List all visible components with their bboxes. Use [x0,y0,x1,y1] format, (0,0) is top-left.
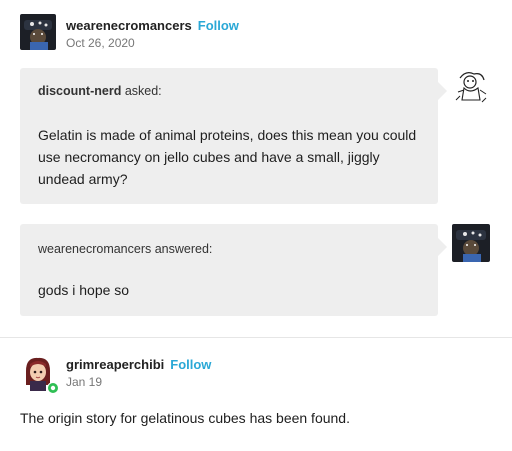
answered-label: answered: [154,242,213,256]
online-badge-icon [47,382,59,394]
post-date: Oct 26, 2020 [66,36,135,50]
reblog-header: grimreaperchibi Follow Jan 19 [20,355,211,394]
question-text: Gelatin is made of animal proteins, does… [38,127,417,187]
reblogger-name[interactable]: grimreaperchibi [66,357,164,372]
reblog-follow-button[interactable]: Follow [170,357,211,372]
reblog-text: The origin story for gelatinous cubes ha… [20,410,350,426]
answerer-name[interactable]: wearenecromancers [38,242,151,256]
asked-label: asked: [124,84,162,98]
asker-name[interactable]: discount-nerd [38,84,121,98]
author-name[interactable]: wearenecromancers [66,18,192,33]
post-header: wearenecromancers Follow Oct 26, 2020 [20,14,239,50]
follow-button[interactable]: Follow [198,18,239,33]
ask-bubble: discount-nerd asked: Gelatin is made of … [20,68,447,204]
asker-avatar[interactable] [452,68,490,106]
post-divider [0,337,512,338]
asker-line: discount-nerd asked: [38,84,162,98]
reblog-date: Jan 19 [66,375,103,389]
answer-bubble: wearenecromancers answered: gods i hope … [20,224,447,316]
author-avatar[interactable] [20,14,56,50]
reblogger-avatar[interactable] [20,355,59,394]
answer-text: gods i hope so [38,282,130,298]
answerer-avatar[interactable] [452,224,490,262]
answerer-line: wearenecromancers answered: [38,242,212,256]
